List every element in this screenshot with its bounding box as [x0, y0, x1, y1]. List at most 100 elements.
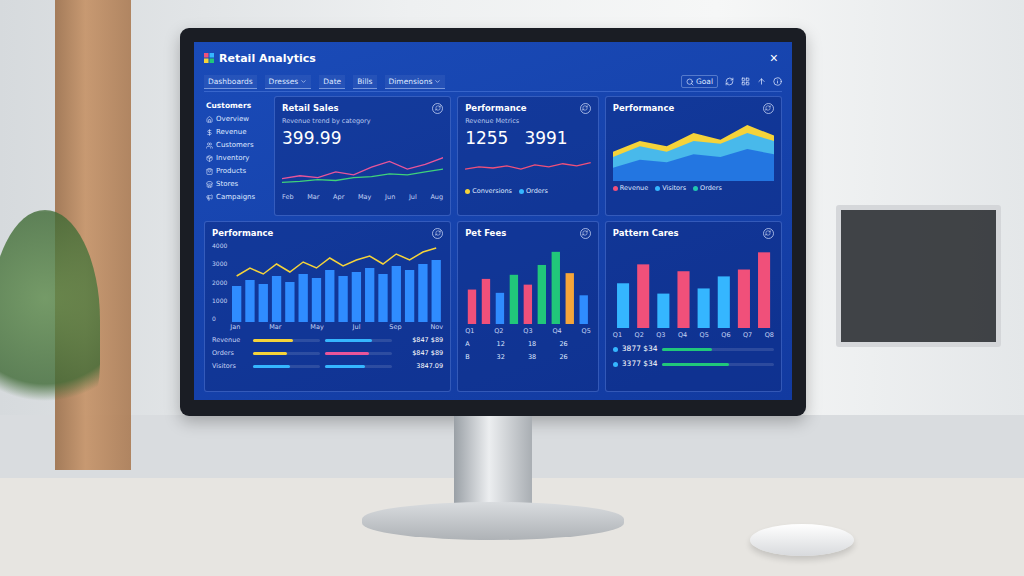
pet-fees-panel: Pet FeesQ1Q2Q3Q4Q5A121826B323826 [457, 221, 599, 392]
stat-track [662, 363, 774, 366]
nav-icon [206, 181, 213, 188]
help-icon[interactable] [773, 77, 782, 86]
performance-area-panel: PerformanceRevenueVisitorsOrders [605, 96, 782, 216]
chart-bar [524, 285, 532, 324]
status-dot [613, 362, 618, 367]
chart-bar [325, 270, 334, 322]
chart-line [282, 158, 443, 179]
chart-bar [468, 290, 476, 324]
chart-bar [617, 283, 629, 328]
metric-track [253, 365, 320, 368]
stat-fill [662, 348, 713, 351]
logo-icon [204, 53, 214, 63]
upload-icon[interactable] [757, 77, 766, 86]
panel-subtitle: Revenue Metrics [465, 117, 591, 125]
nav-icon [206, 168, 213, 175]
chart-bar [272, 276, 281, 322]
panel-header: Performance [465, 102, 591, 114]
panel-header: Pattern Cares [613, 227, 774, 239]
filter-button[interactable]: Dresses [265, 75, 312, 89]
panel-title: Performance [613, 102, 674, 114]
retail-sales-panel: Retail Sales Revenue trend by category 399… [274, 96, 451, 216]
filter-button[interactable]: Bills [353, 75, 376, 89]
chart-bar [738, 270, 750, 328]
performance-bars-panel: Performance40003000200010000JanMarMayJul… [204, 221, 451, 392]
combo-chart [230, 242, 443, 322]
refresh-icon[interactable] [580, 103, 591, 114]
chevron-down-icon [434, 78, 441, 85]
refresh-icon[interactable] [432, 103, 443, 114]
chart-line [237, 248, 437, 276]
metric-track [253, 339, 320, 342]
monitor-stand-neck [454, 416, 532, 508]
filter-button[interactable]: Date [319, 75, 345, 89]
refresh-icon[interactable] [580, 228, 591, 239]
kpi-value: 399.99 [282, 128, 443, 149]
panel-title: Retail Sales [282, 102, 339, 114]
chart-line [465, 163, 591, 169]
computer-mouse[interactable] [750, 524, 854, 556]
legend-item: Orders [519, 187, 548, 196]
chart-bar [232, 286, 241, 322]
kpi-value: 1255 [465, 128, 508, 149]
nav-icon [206, 194, 213, 201]
refresh-icon[interactable] [763, 228, 774, 239]
metric-fill [325, 339, 372, 342]
table-row: B323826 [465, 352, 591, 362]
bar-chart [613, 242, 774, 328]
chart-bar [718, 276, 730, 328]
filter-button[interactable]: Dimensions [385, 75, 446, 89]
chart-bar [510, 275, 518, 324]
chart-bar [339, 276, 348, 322]
chart-bar [552, 252, 560, 324]
metric-row: Revenue$847 $89 [212, 335, 443, 345]
stat-row: 3377 $34 [613, 358, 774, 370]
chart-bar [496, 293, 504, 324]
chart-bar [677, 271, 689, 328]
sidebar-item[interactable]: Stores [206, 178, 266, 190]
sidebar-item[interactable]: Inventory [206, 152, 266, 164]
grid-icon[interactable] [741, 77, 750, 86]
metric-fill [253, 352, 287, 355]
performance-kpi-panel: PerformanceRevenue Metrics12553991Conver… [457, 96, 599, 216]
close-button[interactable]: × [766, 51, 782, 65]
search-field[interactable]: Goal [681, 75, 718, 88]
refresh-icon[interactable] [763, 103, 774, 114]
filter-button[interactable]: Dashboards [204, 75, 257, 89]
chart-bar [392, 266, 401, 322]
sidebar-item[interactable]: Campaigns [206, 191, 266, 203]
chart-bar [365, 268, 374, 322]
panel-header: Performance [613, 102, 774, 114]
metric-fill [325, 352, 369, 355]
metric-track [253, 352, 320, 355]
chart-bar [419, 264, 428, 322]
chart-bar [299, 274, 308, 322]
toolbar: Dashboards Dresses Date Bills Dimensions Goal [204, 72, 782, 92]
pattern-cares-panel: Pattern CaresQ1Q2Q3Q4Q5Q6Q7Q83877 $34337… [605, 221, 782, 392]
background-monitor [836, 205, 1001, 347]
chart-bar [758, 252, 770, 328]
chart-bar [566, 273, 574, 324]
nav-icon [206, 116, 213, 123]
chart-bar [482, 279, 490, 324]
chart-bar [379, 274, 388, 322]
refresh-icon[interactable] [432, 228, 443, 239]
office-scene: Retail Analytics×DashboardsDressesDateBi… [0, 0, 1024, 576]
legend-item: Revenue [613, 184, 648, 193]
metric-fill [325, 365, 365, 368]
chart-bar [432, 260, 441, 322]
chevron-down-icon [300, 78, 307, 85]
sidebar-item[interactable]: Customers [206, 139, 266, 151]
dashboard-screen: Retail Analytics×DashboardsDressesDateBi… [194, 42, 792, 400]
sidebar-item[interactable]: Products [206, 165, 266, 177]
sidebar-item[interactable]: Overview [206, 113, 266, 125]
metric-track [325, 365, 392, 368]
sidebar-item[interactable]: Revenue [206, 126, 266, 138]
legend-item: Visitors [655, 184, 686, 193]
refresh-icon[interactable] [725, 77, 734, 86]
monitor-stand-base [362, 502, 624, 540]
line-chart [465, 152, 591, 184]
nav-icon [206, 142, 213, 149]
panel-subtitle: Revenue trend by category [282, 117, 443, 125]
chart-bar [637, 264, 649, 328]
